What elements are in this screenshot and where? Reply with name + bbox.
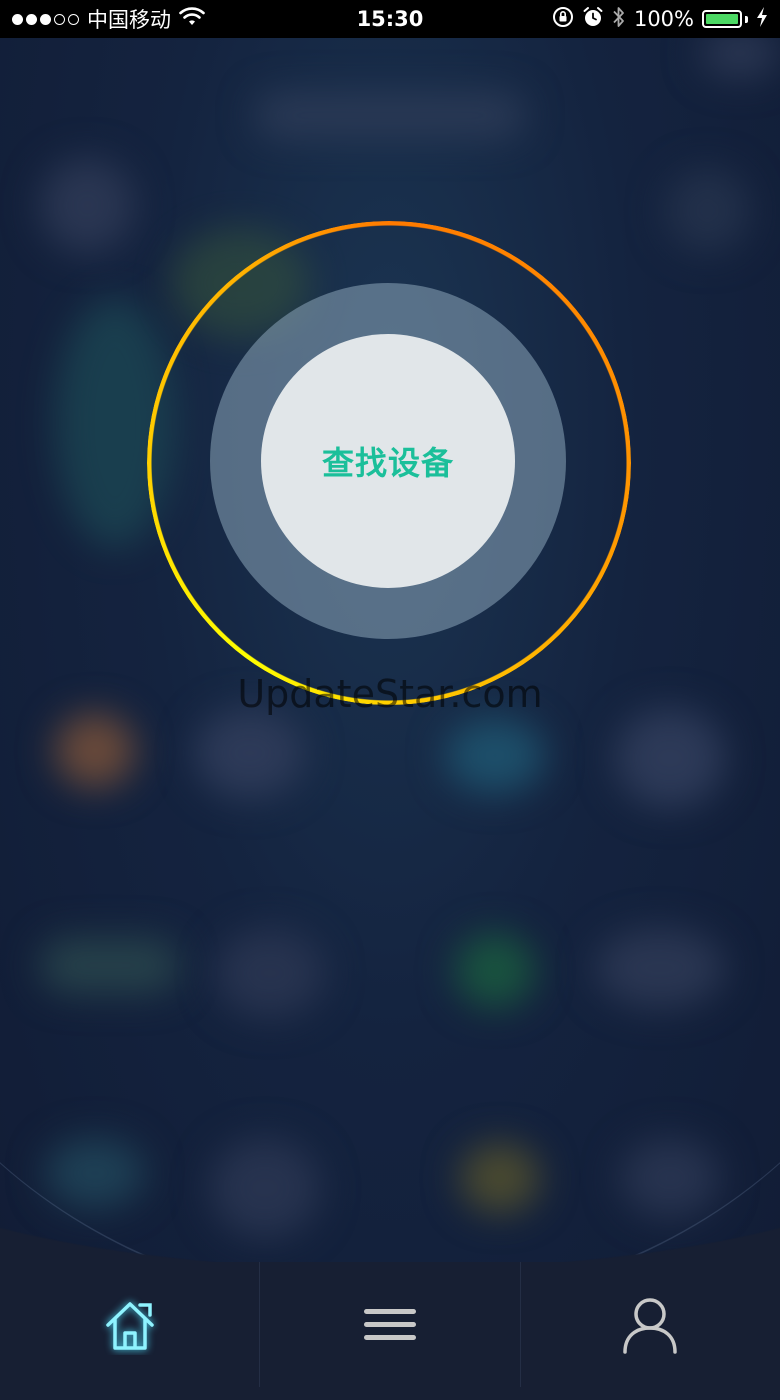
tab-profile[interactable] <box>519 1262 780 1387</box>
blurred-right-icon <box>665 168 750 253</box>
carrier-name: 中国移动 <box>87 8 171 32</box>
home-icon <box>100 1295 160 1355</box>
watermark: UpdateStar.com <box>237 672 543 716</box>
user-icon <box>620 1294 680 1356</box>
blurred-item-teal <box>445 718 545 793</box>
search-device-button[interactable]: 查找设备 <box>261 334 515 588</box>
blurred-item-4 <box>615 708 725 808</box>
blurred-title <box>255 93 525 138</box>
tab-bar <box>0 1262 780 1387</box>
charging-icon <box>756 6 768 32</box>
search-device-label: 查找设备 <box>321 445 454 481</box>
orientation-lock-icon <box>552 6 574 33</box>
blurred-item-2 <box>195 708 305 798</box>
blurred-left-icon <box>40 158 135 253</box>
status-left: 中国移动 <box>12 4 205 34</box>
status-bar: 中国移动 15:30 100% <box>0 0 780 38</box>
tab-menu[interactable] <box>259 1262 519 1387</box>
battery-icon <box>702 10 748 28</box>
wifi-icon <box>179 6 205 32</box>
bluetooth-icon <box>612 5 626 34</box>
signal-strength-icon <box>12 13 79 25</box>
status-right: 100% <box>552 5 768 34</box>
menu-icon <box>362 1305 418 1345</box>
battery-percent: 100% <box>633 7 694 31</box>
blurred-top-right <box>700 38 780 78</box>
alarm-icon <box>582 6 604 33</box>
tab-home[interactable] <box>0 1262 259 1387</box>
blurred-item-orange <box>55 713 135 788</box>
